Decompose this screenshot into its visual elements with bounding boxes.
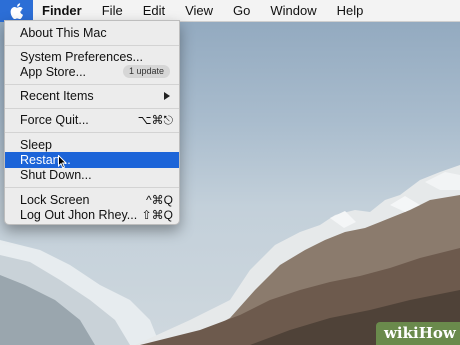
- menu-separator: [5, 108, 179, 109]
- menubar-help[interactable]: Help: [327, 0, 374, 22]
- apple-icon: [10, 2, 23, 19]
- menu-item-restart[interactable]: Restart...: [5, 152, 179, 168]
- menu-separator: [5, 45, 179, 46]
- apple-dropdown-menu: About This Mac System Preferences... App…: [4, 20, 180, 225]
- menu-separator: [5, 187, 179, 188]
- menubar-go[interactable]: Go: [223, 0, 260, 22]
- wikihow-watermark: wikiHow: [376, 322, 460, 345]
- menu-item-force-quit-label: Force Quit...: [20, 113, 89, 127]
- menu-item-sleep-label: Sleep: [20, 138, 52, 152]
- log-out-shortcut: ⇧⌘Q: [141, 208, 173, 222]
- menu-separator: [5, 132, 179, 133]
- menu-item-recent-items-label: Recent Items: [20, 89, 94, 103]
- menu-item-log-out-label: Log Out Jhon Rhey...: [20, 208, 138, 222]
- menu-item-shut-down[interactable]: Shut Down...: [5, 167, 179, 183]
- menu-item-app-store-label: App Store...: [20, 65, 87, 79]
- menu-item-force-quit[interactable]: Force Quit... ⌥⌘⎋: [5, 112, 179, 128]
- menubar-finder[interactable]: Finder: [33, 0, 92, 22]
- force-quit-shortcut: ⌥⌘⎋: [137, 113, 173, 127]
- menu-item-lock-screen[interactable]: Lock Screen ^⌘Q: [5, 192, 179, 208]
- menu-bar: Finder File Edit View Go Window Help: [0, 0, 460, 22]
- submenu-arrow-icon: [164, 92, 170, 100]
- menubar-edit[interactable]: Edit: [133, 0, 175, 22]
- menu-item-sleep[interactable]: Sleep: [5, 137, 179, 153]
- wikihow-watermark-text: wikiHow: [384, 324, 456, 342]
- menubar-window[interactable]: Window: [260, 0, 326, 22]
- menubar-file[interactable]: File: [92, 0, 133, 22]
- menu-item-shut-down-label: Shut Down...: [20, 168, 92, 182]
- mouse-pointer-icon: [58, 155, 68, 169]
- menu-item-about-label: About This Mac: [20, 26, 107, 40]
- menu-item-lock-screen-label: Lock Screen: [20, 193, 90, 207]
- lock-screen-shortcut: ^⌘Q: [146, 193, 173, 207]
- menu-item-system-preferences-label: System Preferences...: [20, 50, 143, 64]
- menu-separator: [5, 84, 179, 85]
- apple-menu-button[interactable]: [0, 0, 33, 22]
- menu-item-log-out[interactable]: Log Out Jhon Rhey... ⇧⌘Q: [5, 207, 179, 223]
- app-store-update-badge: 1 update: [122, 65, 170, 78]
- menu-item-system-preferences[interactable]: System Preferences...: [5, 49, 179, 65]
- menu-item-app-store[interactable]: App Store... 1 update: [5, 64, 179, 80]
- menu-item-about[interactable]: About This Mac: [5, 25, 179, 41]
- menubar-view[interactable]: View: [175, 0, 223, 22]
- menu-item-recent-items[interactable]: Recent Items: [5, 88, 179, 104]
